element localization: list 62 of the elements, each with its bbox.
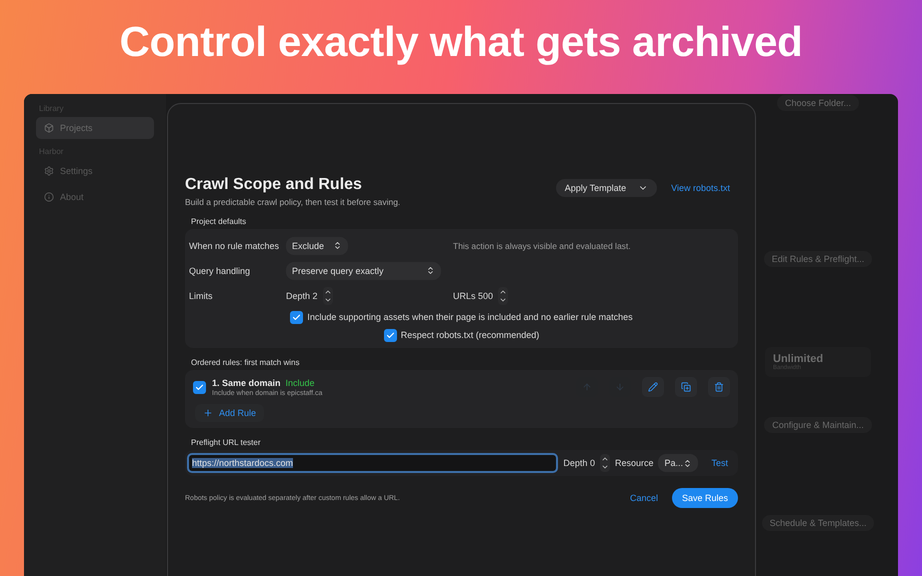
stepper-value: URLs 500 [453, 290, 494, 300]
depth-value: Depth 0 [563, 458, 595, 468]
duplicate-icon [681, 382, 691, 392]
check-icon [292, 312, 302, 322]
section-heading: Preflight URL tester [191, 438, 262, 447]
stepper[interactable] [600, 454, 610, 472]
info-icon [44, 192, 54, 202]
resource-label: Resource [614, 458, 654, 468]
arrow-down-icon [615, 382, 625, 392]
row-label: When no rule matches [189, 240, 280, 250]
trash-icon [714, 382, 724, 392]
rule-title: 1. Same domain [212, 378, 281, 388]
cancel-button[interactable]: Cancel [622, 489, 666, 507]
stepper[interactable] [322, 286, 333, 304]
background-button[interactable]: Configure & Maintain... [764, 417, 872, 433]
add-rule-button[interactable]: Add Rule [195, 404, 264, 422]
row-label: Query handling [189, 266, 252, 276]
select-field[interactable]: Exclude [286, 236, 348, 254]
chevron-up-icon [600, 455, 609, 463]
checkbox[interactable] [290, 310, 304, 324]
plus-icon [203, 408, 213, 418]
stat-value: Unlimited [773, 353, 824, 365]
rule-action-button[interactable] [642, 377, 664, 397]
arrow-up-icon [582, 382, 592, 392]
checkbox[interactable] [384, 328, 397, 342]
rule-action: Include [286, 378, 315, 388]
up-down-chevron-icon [426, 266, 435, 275]
save-button[interactable]: Save Rules [672, 488, 738, 508]
url-field[interactable]: https://northstardocs.com [187, 453, 558, 473]
resource-select[interactable]: Pa... [658, 454, 698, 472]
rule-action-button[interactable] [708, 377, 730, 397]
background-button[interactable]: Edit Rules & Preflight... [764, 251, 872, 267]
cube-icon [44, 123, 54, 133]
chevron-down-icon [600, 463, 609, 471]
dialog-title: Crawl Scope and Rules [185, 176, 363, 194]
test-button[interactable]: Test [703, 454, 736, 472]
stepper[interactable] [498, 286, 508, 304]
row-label: Limits [189, 290, 214, 300]
select-field[interactable]: Preserve query exactly [286, 262, 441, 280]
section-heading: Project defaults [191, 217, 248, 226]
section-heading: Ordered rules: first match wins [191, 358, 300, 367]
check-icon [195, 382, 204, 392]
background-button[interactable]: Choose Folder... [776, 95, 860, 111]
check-icon [386, 330, 395, 340]
option-label: Include supporting assets when their page is included and no earlier rule matches [307, 312, 633, 322]
background-button[interactable]: Schedule & Templates... [762, 515, 874, 531]
up-down-chevron-icon [333, 241, 342, 250]
sidebar-item[interactable]: Projects [36, 117, 154, 139]
stepper-value: Depth 2 [286, 290, 318, 300]
robots-link[interactable]: View robots.txt [663, 179, 738, 197]
sidebar-item[interactable]: About [36, 186, 154, 208]
hint-text: This action is always visible and evaluated last. [453, 240, 632, 250]
settings-icon [44, 166, 54, 176]
dialog-subtitle: Build a predictable crawl policy, then test it before saving. [185, 197, 400, 207]
template-menu[interactable]: Apply Template [556, 179, 658, 197]
pencil-icon [648, 382, 658, 392]
sidebar-item[interactable]: Settings [36, 160, 154, 182]
option-label: Respect robots.txt (recommended) [400, 330, 540, 340]
headline: Control exactly what gets archived [119, 18, 802, 66]
checkbox[interactable] [193, 380, 206, 394]
up-down-chevron-icon [683, 458, 692, 468]
rule-action-button[interactable] [675, 377, 697, 397]
